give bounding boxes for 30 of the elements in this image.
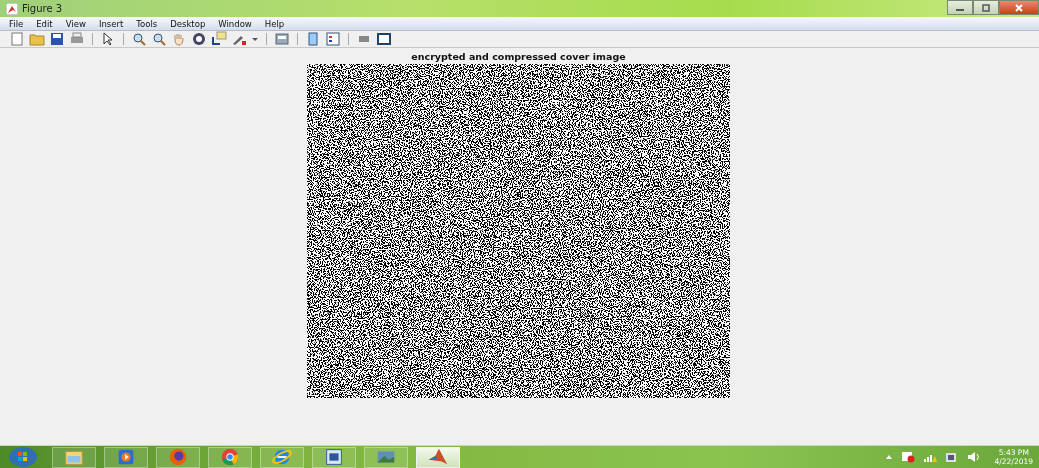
menu-item[interactable]: File	[9, 18, 24, 29]
menu-item[interactable]: Window	[218, 18, 252, 29]
data-cursor-icon[interactable]	[211, 31, 227, 47]
maximize-button[interactable]	[973, 0, 999, 15]
menu-item[interactable]: Help	[264, 18, 285, 29]
document-icon	[323, 446, 345, 468]
menu-item[interactable]: Tools	[136, 18, 158, 29]
save-icon[interactable]	[49, 31, 65, 47]
figure-title: encrypted and compressed cover image	[411, 51, 626, 62]
globe-icon	[167, 446, 189, 468]
show-tools-icon[interactable]	[376, 31, 392, 47]
battery-icon[interactable]	[944, 451, 959, 463]
speaker-icon[interactable]	[966, 451, 981, 463]
menu-item[interactable]: View	[65, 18, 86, 29]
menu-item[interactable]: Desktop	[170, 18, 206, 29]
taskbar-button[interactable]	[416, 446, 460, 468]
zoom-out-icon[interactable]	[151, 31, 167, 47]
zoom-in-icon[interactable]	[131, 31, 147, 47]
colorbar-icon[interactable]	[305, 31, 321, 47]
flag-icon[interactable]	[900, 451, 915, 463]
close-icon	[1014, 3, 1024, 12]
menu-item[interactable]: Insert	[98, 18, 124, 29]
window-title: Figure 3	[22, 3, 63, 14]
maximize-icon	[981, 3, 991, 12]
start-button[interactable]	[8, 447, 38, 467]
app-icon	[6, 2, 18, 15]
menu-item[interactable]: Edit	[36, 18, 53, 29]
close-button[interactable]	[999, 0, 1039, 15]
legend-icon[interactable]	[325, 31, 341, 47]
minimize-button[interactable]	[947, 0, 973, 15]
